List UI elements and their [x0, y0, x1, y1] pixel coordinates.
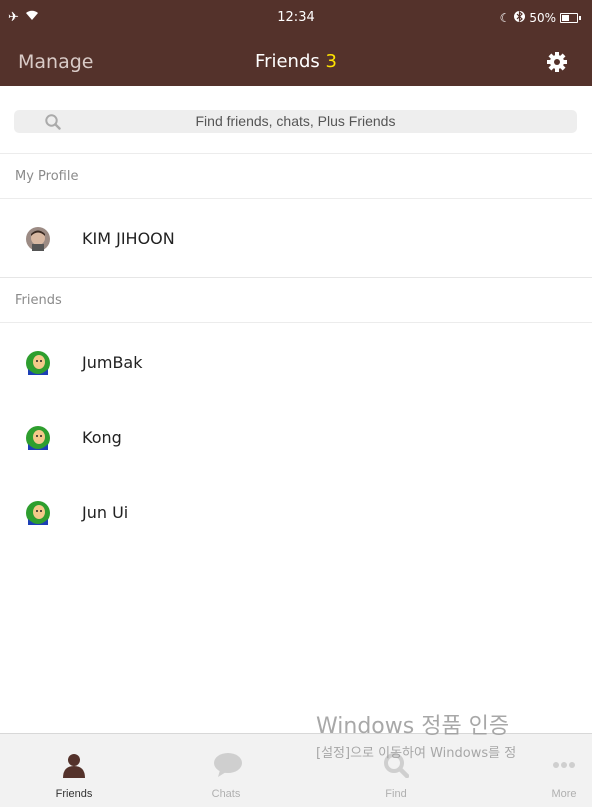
avatar — [26, 426, 50, 450]
avatar — [26, 501, 50, 525]
friend-row-jun-ui[interactable]: Jun Ui — [0, 484, 592, 544]
nav-bar: Manage Friends 3 — [0, 38, 592, 86]
tab-label: Friends — [55, 788, 93, 800]
search-icon — [383, 752, 410, 779]
avatar — [26, 351, 50, 375]
profile-name: KIM JIHOON — [82, 229, 175, 248]
battery-icon — [560, 13, 581, 23]
tab-chats[interactable]: Chats — [152, 734, 300, 807]
status-right-icons: ☾ 50% — [499, 10, 581, 26]
battery-percent: 50% — [529, 11, 556, 25]
person-icon — [61, 752, 87, 778]
avatar — [26, 227, 50, 251]
more-icon — [551, 752, 577, 778]
status-bar: ✈ 12:34 ☾ 50% — [0, 0, 592, 38]
page-title-text: Friends — [255, 51, 320, 72]
tab-label: More — [551, 788, 577, 800]
tab-label: Find — [385, 788, 407, 800]
friend-count-badge: 3 — [325, 51, 337, 72]
moon-icon: ☾ — [499, 11, 511, 25]
profile-row[interactable]: KIM JIHOON — [0, 210, 592, 270]
page-title: Friends 3 — [0, 51, 592, 72]
section-header-friends: Friends — [0, 278, 592, 323]
tab-bar: Friends Chats Find More — [0, 733, 592, 807]
section-header-my-profile: My Profile — [0, 154, 592, 199]
tab-more[interactable]: More — [490, 734, 592, 807]
friend-row-kong[interactable]: Kong — [0, 409, 592, 469]
friend-name: Jun Ui — [82, 503, 129, 522]
search-input[interactable]: Find friends, chats, Plus Friends — [14, 110, 577, 133]
search-section: Find friends, chats, Plus Friends — [0, 86, 592, 154]
friend-row-jumbak[interactable]: JumBak — [0, 334, 592, 394]
tab-label: Chats — [211, 788, 241, 800]
friend-name: JumBak — [82, 353, 143, 372]
tab-friends[interactable]: Friends — [0, 734, 148, 807]
tab-find[interactable]: Find — [322, 734, 470, 807]
gear-icon[interactable] — [546, 51, 568, 73]
friend-name: Kong — [82, 428, 122, 447]
search-placeholder: Find friends, chats, Plus Friends — [195, 113, 396, 129]
chat-bubble-icon — [213, 752, 242, 778]
bluetooth-icon — [514, 10, 526, 26]
